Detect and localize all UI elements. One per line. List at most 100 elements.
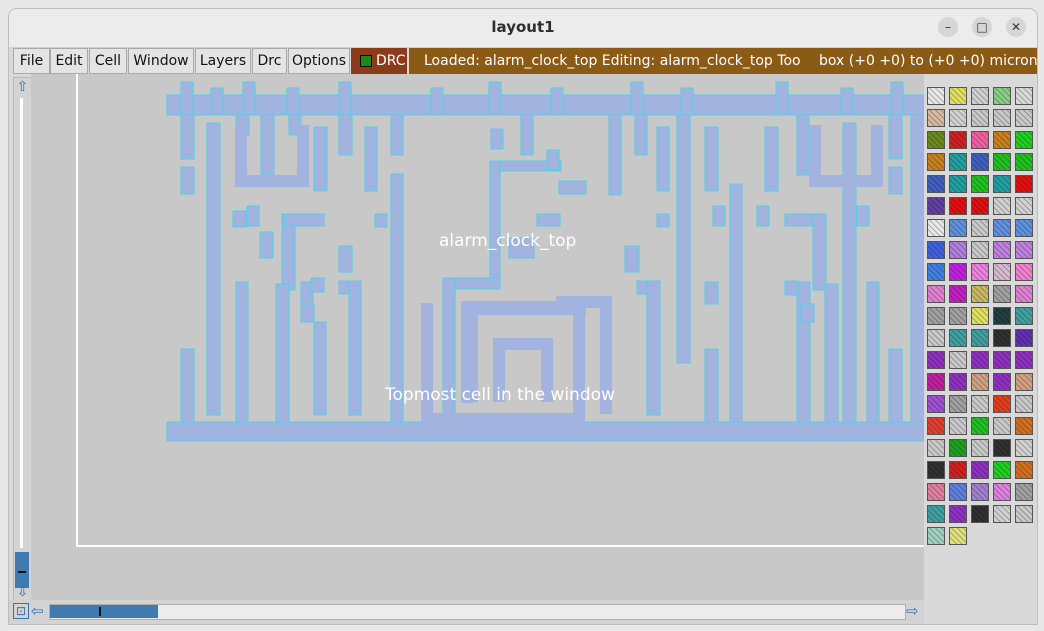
horizontal-scroll-thumb[interactable] bbox=[50, 605, 158, 618]
layer-swatch[interactable] bbox=[971, 175, 989, 193]
layer-swatch[interactable] bbox=[949, 241, 967, 259]
layer-swatch[interactable] bbox=[971, 373, 989, 391]
menu-window[interactable]: Window bbox=[128, 48, 194, 74]
menu-file[interactable]: File bbox=[13, 48, 50, 74]
layer-swatch[interactable] bbox=[927, 241, 945, 259]
layer-swatch[interactable] bbox=[927, 373, 945, 391]
layer-swatch[interactable] bbox=[1015, 87, 1033, 105]
layer-swatch[interactable] bbox=[1015, 439, 1033, 457]
layer-swatch[interactable] bbox=[949, 109, 967, 127]
layer-swatch[interactable] bbox=[971, 307, 989, 325]
layer-swatch[interactable] bbox=[993, 505, 1011, 523]
layer-swatch[interactable] bbox=[927, 131, 945, 149]
layer-swatch[interactable] bbox=[993, 417, 1011, 435]
layer-swatch[interactable] bbox=[993, 263, 1011, 281]
layer-swatch[interactable] bbox=[971, 153, 989, 171]
layer-swatch[interactable] bbox=[993, 285, 1011, 303]
menu-cell[interactable]: Cell bbox=[89, 48, 127, 74]
drc-button[interactable]: DRC bbox=[351, 48, 407, 74]
layer-swatch[interactable] bbox=[949, 483, 967, 501]
layer-swatch[interactable] bbox=[971, 109, 989, 127]
layer-swatch[interactable] bbox=[1015, 131, 1033, 149]
layer-swatch[interactable] bbox=[993, 241, 1011, 259]
layer-swatch[interactable] bbox=[927, 153, 945, 171]
layer-swatch[interactable] bbox=[949, 219, 967, 237]
layer-swatch[interactable] bbox=[949, 329, 967, 347]
layer-swatch[interactable] bbox=[993, 219, 1011, 237]
layer-swatch[interactable] bbox=[1015, 395, 1033, 413]
layer-swatch[interactable] bbox=[971, 351, 989, 369]
layer-swatch[interactable] bbox=[1015, 175, 1033, 193]
layer-swatch[interactable] bbox=[927, 109, 945, 127]
layer-swatch[interactable] bbox=[971, 395, 989, 413]
layer-swatch[interactable] bbox=[927, 219, 945, 237]
layer-swatch[interactable] bbox=[949, 197, 967, 215]
layer-swatch[interactable] bbox=[927, 263, 945, 281]
layer-swatch[interactable] bbox=[949, 263, 967, 281]
layer-swatch[interactable] bbox=[993, 483, 1011, 501]
layer-swatch[interactable] bbox=[993, 461, 1011, 479]
layer-swatch[interactable] bbox=[1015, 505, 1033, 523]
layer-swatch[interactable] bbox=[949, 461, 967, 479]
layer-swatch[interactable] bbox=[949, 527, 967, 545]
scroll-up-icon[interactable]: ⇧ bbox=[15, 79, 30, 95]
layer-swatch[interactable] bbox=[993, 307, 1011, 325]
layer-swatch[interactable] bbox=[927, 175, 945, 193]
layer-swatch[interactable] bbox=[1015, 241, 1033, 259]
layer-swatch[interactable] bbox=[993, 131, 1011, 149]
layer-swatch[interactable] bbox=[971, 87, 989, 105]
scroll-down-icon[interactable]: ⇩ bbox=[15, 584, 30, 600]
layer-swatch[interactable] bbox=[949, 175, 967, 193]
title-bar[interactable]: layout1 – □ ✕ bbox=[9, 9, 1037, 48]
layer-swatch[interactable] bbox=[1015, 153, 1033, 171]
layer-swatch[interactable] bbox=[1015, 483, 1033, 501]
layer-swatch[interactable] bbox=[927, 483, 945, 501]
horizontal-scrollbar[interactable]: ⊡ ⇦ ⇨ bbox=[9, 600, 924, 624]
layer-swatch[interactable] bbox=[949, 131, 967, 149]
layer-swatch[interactable] bbox=[927, 461, 945, 479]
layer-swatch[interactable] bbox=[971, 329, 989, 347]
layer-swatch[interactable] bbox=[927, 285, 945, 303]
minimize-button[interactable]: – bbox=[938, 17, 958, 37]
layer-swatch[interactable] bbox=[993, 351, 1011, 369]
layer-swatch[interactable] bbox=[1015, 351, 1033, 369]
layer-swatch[interactable] bbox=[971, 285, 989, 303]
layer-swatch[interactable] bbox=[949, 285, 967, 303]
layer-swatch[interactable] bbox=[949, 439, 967, 457]
layer-swatch[interactable] bbox=[1015, 373, 1033, 391]
layer-swatch[interactable] bbox=[993, 109, 1011, 127]
layer-swatch[interactable] bbox=[993, 153, 1011, 171]
layer-swatch[interactable] bbox=[949, 505, 967, 523]
layer-swatch[interactable] bbox=[927, 527, 945, 545]
layer-swatch[interactable] bbox=[949, 153, 967, 171]
layer-swatch[interactable] bbox=[949, 351, 967, 369]
layer-swatch[interactable] bbox=[993, 329, 1011, 347]
layer-swatch[interactable] bbox=[971, 505, 989, 523]
layer-swatch[interactable] bbox=[927, 417, 945, 435]
layer-swatch[interactable] bbox=[927, 395, 945, 413]
layer-swatch[interactable] bbox=[993, 373, 1011, 391]
layer-swatch[interactable] bbox=[1015, 263, 1033, 281]
layer-swatch[interactable] bbox=[1015, 461, 1033, 479]
layer-swatch[interactable] bbox=[927, 505, 945, 523]
scroll-left-icon[interactable]: ⇦ bbox=[31, 602, 49, 620]
layer-swatch[interactable] bbox=[993, 87, 1011, 105]
scroll-right-icon[interactable]: ⇨ bbox=[906, 602, 924, 620]
menu-layers[interactable]: Layers bbox=[195, 48, 251, 74]
layer-swatch[interactable] bbox=[927, 439, 945, 457]
layer-swatch[interactable] bbox=[971, 131, 989, 149]
layout-canvas[interactable]: alarm_clock_top Topmost cell in the wind… bbox=[31, 74, 924, 601]
maximize-button[interactable]: □ bbox=[972, 17, 992, 37]
layer-swatch[interactable] bbox=[1015, 197, 1033, 215]
layer-swatch[interactable] bbox=[927, 329, 945, 347]
vertical-scrollbar[interactable]: ⇧ ⇩ bbox=[13, 77, 32, 601]
layer-swatch[interactable] bbox=[927, 197, 945, 215]
layer-swatch[interactable] bbox=[993, 175, 1011, 193]
layer-swatch[interactable] bbox=[993, 197, 1011, 215]
layer-swatch[interactable] bbox=[993, 439, 1011, 457]
layer-swatch[interactable] bbox=[971, 263, 989, 281]
layer-swatch[interactable] bbox=[1015, 329, 1033, 347]
layer-swatch[interactable] bbox=[949, 395, 967, 413]
layer-swatch[interactable] bbox=[1015, 285, 1033, 303]
menu-edit[interactable]: Edit bbox=[50, 48, 88, 74]
